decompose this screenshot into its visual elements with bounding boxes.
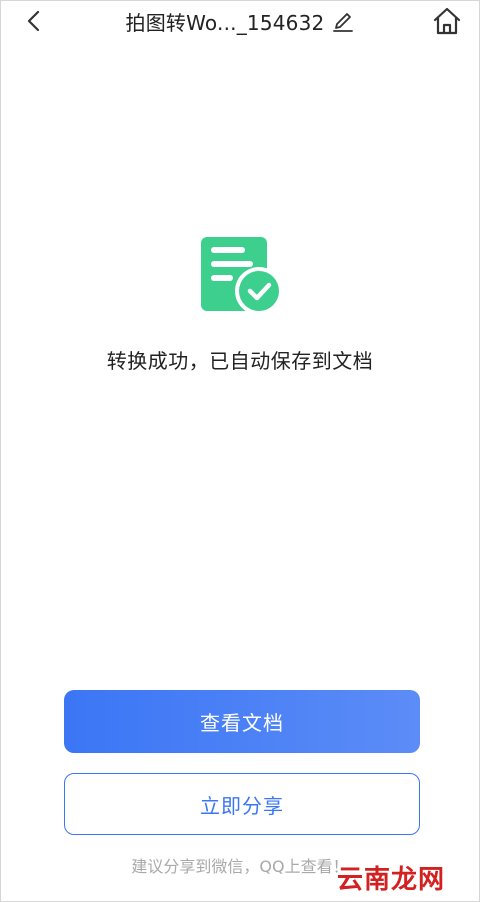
document-check-icon [199,235,285,315]
pencil-icon [333,12,354,32]
title-group: 拍图转Wo..._154632 [1,7,480,36]
watermark-logo: 云南龙网 [336,865,445,895]
document-title: 拍图转Wo..._154632 [125,11,325,35]
home-icon [433,7,461,35]
rename-button[interactable] [330,9,356,35]
top-bar: 拍图转Wo..._154632 [1,1,480,43]
share-now-button[interactable]: 立即分享 [64,773,420,835]
success-message: 转换成功，已自动保存到文档 [106,349,374,373]
home-button[interactable] [431,5,463,37]
view-document-button[interactable]: 查看文档 [64,690,420,753]
app-screen: 拍图转Wo..._154632 转换成功，已自动保存到文档 查看文档 立即分享 … [0,0,480,902]
